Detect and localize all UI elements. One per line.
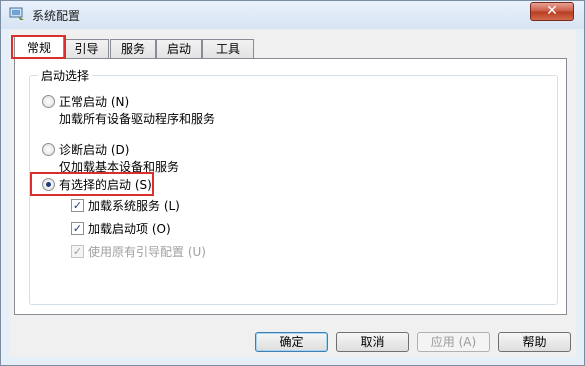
selective-startup-label[interactable]: 有选择的启动 (S) xyxy=(59,176,152,193)
tab-boot[interactable]: 引导 xyxy=(64,39,109,58)
help-button-label: 帮助 xyxy=(522,335,547,349)
tab-general-highlight xyxy=(11,35,66,59)
load-startup-items-checkbox[interactable]: ✓ xyxy=(71,222,84,235)
tab-startup[interactable]: 启动 xyxy=(156,39,202,58)
diagnostic-startup-label[interactable]: 诊断启动 (D) xyxy=(59,141,129,158)
use-original-boot-config-checkbox: ✓ xyxy=(71,245,84,258)
use-original-boot-config-label: 使用原有引导配置 (U) xyxy=(88,245,206,259)
normal-startup-description: 加载所有设备驱动程序和服务 xyxy=(59,112,216,126)
close-button[interactable]: ✕ xyxy=(530,2,574,21)
general-tab-panel: 启动选择 正常启动 (N) 加载所有设备驱动程序和服务 诊断启动 (D) 仅加载… xyxy=(14,58,567,315)
tab-startup-label: 启动 xyxy=(166,42,191,56)
ok-button-label: 确定 xyxy=(279,335,304,349)
tab-tools[interactable]: 工具 xyxy=(202,39,254,58)
dialog-client-area: 常规 引导 服务 启动 工具 启动选择 正常启动 (N) 加载所有设备驱动程序和… xyxy=(9,30,576,357)
tab-tools-label: 工具 xyxy=(215,42,240,56)
normal-startup-radio[interactable] xyxy=(42,95,55,108)
msconfig-app-icon xyxy=(9,7,24,20)
title-bar[interactable]: 系统配置 ✕ xyxy=(1,1,584,29)
load-system-services-label[interactable]: 加载系统服务 (L) xyxy=(88,197,180,214)
apply-button-label: 应用 (A) xyxy=(430,335,477,349)
tab-services-label: 服务 xyxy=(120,42,145,56)
normal-startup-label[interactable]: 正常启动 (N) xyxy=(59,93,129,110)
cancel-button-label: 取消 xyxy=(360,335,385,349)
diagnostic-startup-radio[interactable] xyxy=(42,143,55,156)
help-button[interactable]: 帮助 xyxy=(498,332,571,352)
cancel-button[interactable]: 取消 xyxy=(336,332,409,352)
tab-boot-label: 引导 xyxy=(74,42,99,56)
load-system-services-checkbox[interactable]: ✓ xyxy=(71,199,84,212)
window-title: 系统配置 xyxy=(32,9,81,23)
system-configuration-window: 系统配置 ✕ 常规 引导 服务 启动 工具 启动选择 正常启动 (N) 加载所有… xyxy=(0,0,585,366)
load-startup-items-label[interactable]: 加载启动项 (O) xyxy=(88,220,171,237)
apply-button: 应用 (A) xyxy=(417,332,490,352)
ok-button[interactable]: 确定 xyxy=(255,332,328,352)
startup-selection-title: 启动选择 xyxy=(38,67,93,84)
close-icon: ✕ xyxy=(546,3,558,19)
selective-startup-radio[interactable] xyxy=(42,178,55,191)
tab-services[interactable]: 服务 xyxy=(110,39,156,58)
